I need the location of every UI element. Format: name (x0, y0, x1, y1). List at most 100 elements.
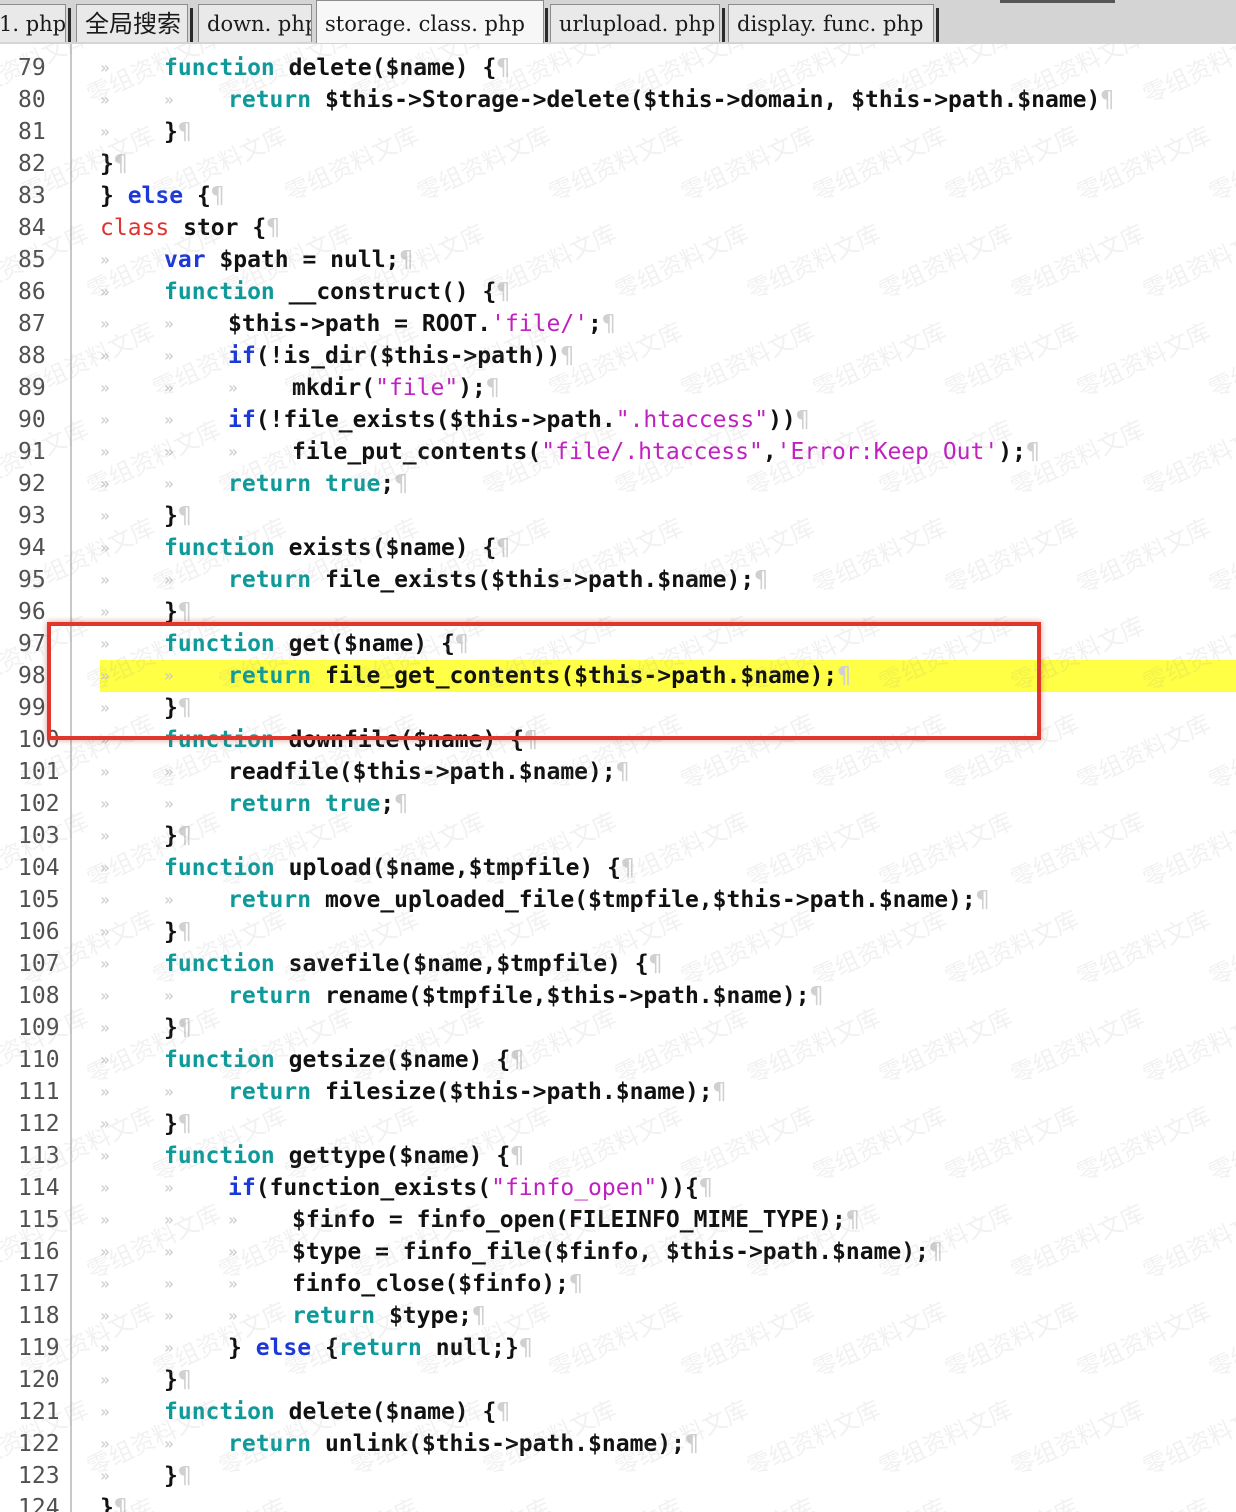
line-number: 80 (18, 87, 46, 113)
pilcrow-marker: ¶ (568, 1271, 583, 1297)
code-line: 90 » » if(!file_exists($this->path.".htacce… (0, 404, 1236, 436)
code-line: 89 » » » mkdir("file");¶ (0, 372, 1236, 404)
tab-marker: » (100, 1178, 110, 1197)
line-number: 108 (18, 983, 60, 1009)
code-token: (!is_dir($this->path)) (255, 343, 561, 369)
code-token: ; (380, 791, 395, 817)
pilcrow-marker: ¶ (177, 1015, 192, 1041)
tab-marker: » (100, 442, 110, 461)
line-number: 91 (18, 439, 46, 465)
code-token: { (311, 1335, 339, 1361)
code-text: return true;¶ (228, 788, 408, 820)
pilcrow-marker: ¶ (698, 1175, 713, 1201)
code-token: true (324, 791, 381, 817)
code-line: 115 » » » $finfo = finfo_open(FILEINFO_MIME_… (0, 1204, 1236, 1236)
line-number: 121 (18, 1399, 60, 1425)
tab-marker: » (164, 442, 174, 461)
tab-marker: » (100, 90, 110, 109)
code-token: } (164, 1111, 178, 1137)
code-token: return (292, 1303, 389, 1329)
tab-marker: » (100, 1210, 110, 1229)
code-token: return (228, 1079, 325, 1105)
tab-marker: » (164, 1242, 174, 1261)
tab-marker: » (164, 378, 174, 397)
code-token: return (228, 983, 325, 1009)
line-number: 119 (18, 1335, 60, 1361)
tab-marker: » (100, 1114, 110, 1133)
line-number: 79 (18, 55, 46, 81)
code-text: }¶ (164, 916, 192, 948)
code-token: )) (768, 407, 796, 433)
code-token: rename($tmpfile,$this->path.$name); (324, 983, 810, 1009)
code-line: 112»}¶ (0, 1108, 1236, 1140)
pilcrow-marker: ¶ (684, 1431, 699, 1457)
code-token: if (228, 343, 256, 369)
code-text: }¶ (164, 1012, 192, 1044)
tab-display-func-php[interactable]: display. func. php (728, 4, 934, 42)
code-token: $type; (388, 1303, 473, 1329)
tab-global-search[interactable]: 全局搜索 (76, 4, 188, 42)
code-token: (!file_exists($this->path. (255, 407, 616, 433)
tab-marker: » (100, 858, 110, 877)
tab-marker: » (100, 474, 110, 493)
tab-marker: » (164, 346, 174, 365)
code-line: 111 » » return filesize($this->path.$name);… (0, 1076, 1236, 1108)
pilcrow-marker: ¶ (510, 1143, 525, 1169)
code-token: readfile($this->path.$name); (228, 759, 616, 785)
line-number: 103 (18, 823, 60, 849)
pilcrow-marker: ¶ (394, 471, 409, 497)
code-token: move_uploaded_file($tmpfile,$this->path.… (324, 887, 976, 913)
tab-storage-class-php[interactable]: storage. class. php (316, 0, 544, 43)
code-token: ".htaccess" (615, 407, 769, 433)
tab-marker: » (164, 410, 174, 429)
tab-marker: » (228, 1210, 238, 1229)
code-line: 114 » » if(function_exists("finfo_open")){¶ (0, 1172, 1236, 1204)
code-text: var $path = null;¶ (164, 244, 413, 276)
code-token: { (183, 183, 211, 209)
code-token: $path = null; (205, 247, 400, 273)
tab-marker: » (164, 314, 174, 333)
code-text: file_put_contents("file/.htaccess",'Erro… (292, 436, 1040, 468)
code-token: finfo_close($finfo); (292, 1271, 569, 1297)
code-token: return (228, 887, 325, 913)
code-line: 82}¶ (0, 148, 1236, 180)
tab-marker: » (100, 1274, 110, 1293)
tab-marker: » (164, 1210, 174, 1229)
pilcrow-marker: ¶ (399, 247, 414, 273)
code-line: 79 » function delete($name) {¶ (0, 52, 1236, 84)
tab-urlupload-php[interactable]: urlupload. php (550, 4, 720, 42)
pilcrow-marker: ¶ (754, 567, 769, 593)
code-token: function (164, 951, 289, 977)
tab-separator (936, 8, 939, 42)
code-token: file_exists($this->path.$name); (324, 567, 755, 593)
code-token: function (164, 1399, 289, 1425)
code-text: } else {return null;}¶ (228, 1332, 533, 1364)
pilcrow-marker: ¶ (601, 311, 616, 337)
code-line: 119»»} else {return null;}¶ (0, 1332, 1236, 1364)
code-editor[interactable]: 79» function delete($name) {¶ 80 » » return $… (0, 44, 1236, 1512)
pilcrow-marker: ¶ (795, 407, 810, 433)
tab-marker: » (100, 1338, 110, 1357)
pilcrow-marker: ¶ (518, 1335, 533, 1361)
pilcrow-marker: ¶ (975, 887, 990, 913)
code-token: else (255, 1335, 312, 1361)
tab-marker: » (100, 890, 110, 909)
code-token: , (762, 439, 777, 465)
code-line: 83} else {¶ (0, 180, 1236, 212)
code-text: function __construct() {¶ (164, 276, 510, 308)
tab-marker: » (164, 1082, 174, 1101)
code-text: readfile($this->path.$name);¶ (228, 756, 630, 788)
line-number: 89 (18, 375, 46, 401)
code-token: } (100, 1495, 114, 1512)
tab-down-php[interactable]: down. php (198, 4, 312, 42)
tab-marker: » (100, 1050, 110, 1069)
tab-1-php[interactable]: 1. php (0, 4, 66, 42)
tab-separator (722, 8, 725, 42)
code-token: "file" (375, 375, 459, 401)
tab-marker: » (164, 762, 174, 781)
code-token: (function_exists( (255, 1175, 492, 1201)
line-number: 117 (18, 1271, 60, 1297)
line-number: 90 (18, 407, 46, 433)
code-token: filesize($this->path.$name); (324, 1079, 713, 1105)
line-number: 83 (18, 183, 46, 209)
